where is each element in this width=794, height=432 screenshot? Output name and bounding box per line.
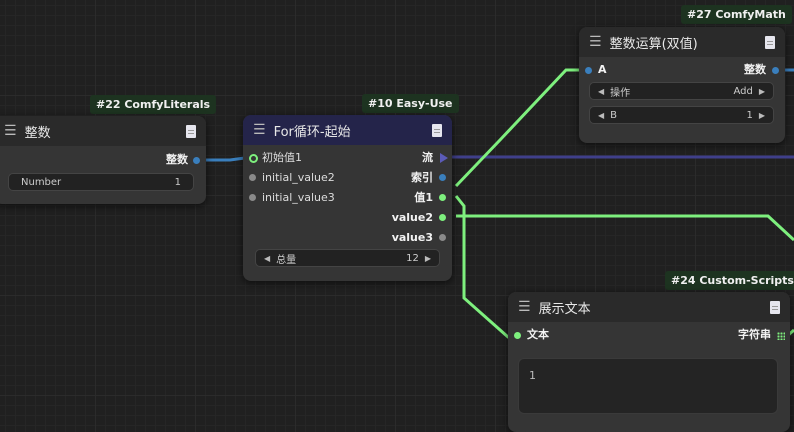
node-title: 整数运算(双值) <box>609 36 698 52</box>
hamburger-menu-icon[interactable]: ☰ <box>4 123 17 139</box>
increment-arrow-icon[interactable]: ▶ <box>425 254 431 263</box>
input-label-a: A <box>598 63 607 76</box>
document-icon[interactable] <box>765 35 775 49</box>
wire-value2-out <box>456 214 794 242</box>
document-icon[interactable] <box>186 124 196 138</box>
b-widget[interactable]: ◀ B 1 ▶ <box>589 106 774 124</box>
decrement-arrow-icon[interactable]: ◀ <box>598 87 604 96</box>
node-header[interactable]: ☰ 整数 <box>0 116 206 146</box>
node-integer-binary-op[interactable]: ☰ 整数运算(双值) A 整数 ◀ 操作 Add ▶ ◀ B 1 ▶ <box>579 27 785 143</box>
input-label-initial-value1: 初始值1 <box>262 151 302 164</box>
decrement-arrow-icon[interactable]: ◀ <box>264 254 270 263</box>
number-widget[interactable]: Number 1 <box>8 173 194 191</box>
node-title: 展示文本 <box>538 301 591 317</box>
document-icon[interactable] <box>770 300 780 314</box>
output-label-value2: value2 <box>391 211 433 224</box>
widget-value: 1 <box>174 176 181 188</box>
output-socket-index[interactable] <box>439 174 446 181</box>
decrement-arrow-icon[interactable]: ◀ <box>598 111 604 120</box>
output-socket-flow[interactable] <box>440 153 448 163</box>
widget-label: B <box>610 109 618 121</box>
widget-label: Number <box>21 176 62 188</box>
total-widget[interactable]: ◀ 总量 12 ▶ <box>255 249 440 267</box>
output-socket-integer[interactable] <box>772 67 779 74</box>
widget-value: 1 <box>746 109 753 121</box>
node-title: For循环-起始 <box>273 124 351 140</box>
output-label-integer: 整数 <box>744 63 766 76</box>
node-integer-literal[interactable]: ☰ 整数 整数 Number 1 <box>0 116 206 204</box>
node-title: 整数 <box>24 125 51 141</box>
node-badge-literals: #22 ComfyLiterals <box>90 95 217 114</box>
output-label-string: 字符串 <box>738 328 771 341</box>
input-label-initial-value3: initial_value3 <box>262 191 335 204</box>
output-label-flow: 流 <box>422 151 433 164</box>
input-socket-text[interactable] <box>514 332 521 339</box>
output-socket-value1[interactable] <box>439 194 446 201</box>
node-for-loop-start[interactable]: ☰ For循环-起始 初始值1 initial_value2 initial_v… <box>243 115 452 281</box>
output-label-index: 索引 <box>411 171 433 184</box>
hamburger-menu-icon[interactable]: ☰ <box>518 299 531 315</box>
node-header[interactable]: ☰ 展示文本 <box>508 292 790 322</box>
output-label-integer: 整数 <box>166 153 188 166</box>
input-socket-initial-value3[interactable] <box>249 194 256 201</box>
node-badge-forloop: #10 Easy-Use <box>362 94 459 113</box>
operation-widget[interactable]: ◀ 操作 Add ▶ <box>589 82 774 100</box>
node-show-text[interactable]: ☰ 展示文本 文本 字符串 1 <box>508 292 790 432</box>
output-socket-value3[interactable] <box>439 234 446 241</box>
output-label-value3: value3 <box>391 231 433 244</box>
document-icon[interactable] <box>432 123 442 137</box>
widget-label: 操作 <box>610 87 631 99</box>
input-label-text: 文本 <box>527 328 549 341</box>
wire-index-to-math <box>454 68 589 188</box>
widget-value: 12 <box>406 252 419 264</box>
node-badge-math: #27 ComfyMath <box>681 5 792 24</box>
input-socket-a[interactable] <box>585 67 592 74</box>
input-label-initial-value2: initial_value2 <box>262 171 335 184</box>
input-socket-initial-value1[interactable] <box>249 154 258 163</box>
widget-value: Add <box>733 85 753 97</box>
node-badge-show: #24 Custom-Scripts <box>665 271 794 290</box>
widget-label: 总量 <box>276 254 297 266</box>
output-label-value1: 值1 <box>414 191 433 204</box>
increment-arrow-icon[interactable]: ▶ <box>759 87 765 96</box>
output-socket-integer[interactable] <box>193 157 200 164</box>
output-socket-value2[interactable] <box>439 214 446 221</box>
node-header[interactable]: ☰ 整数运算(双值) <box>579 27 785 57</box>
hamburger-menu-icon[interactable]: ☰ <box>253 122 266 138</box>
output-socket-string-list-icon[interactable] <box>777 332 785 340</box>
hamburger-menu-icon[interactable]: ☰ <box>589 34 602 50</box>
node-header[interactable]: ☰ For循环-起始 <box>243 115 452 145</box>
text-display-area[interactable]: 1 <box>518 358 778 414</box>
increment-arrow-icon[interactable]: ▶ <box>759 111 765 120</box>
input-socket-initial-value2[interactable] <box>249 174 256 181</box>
